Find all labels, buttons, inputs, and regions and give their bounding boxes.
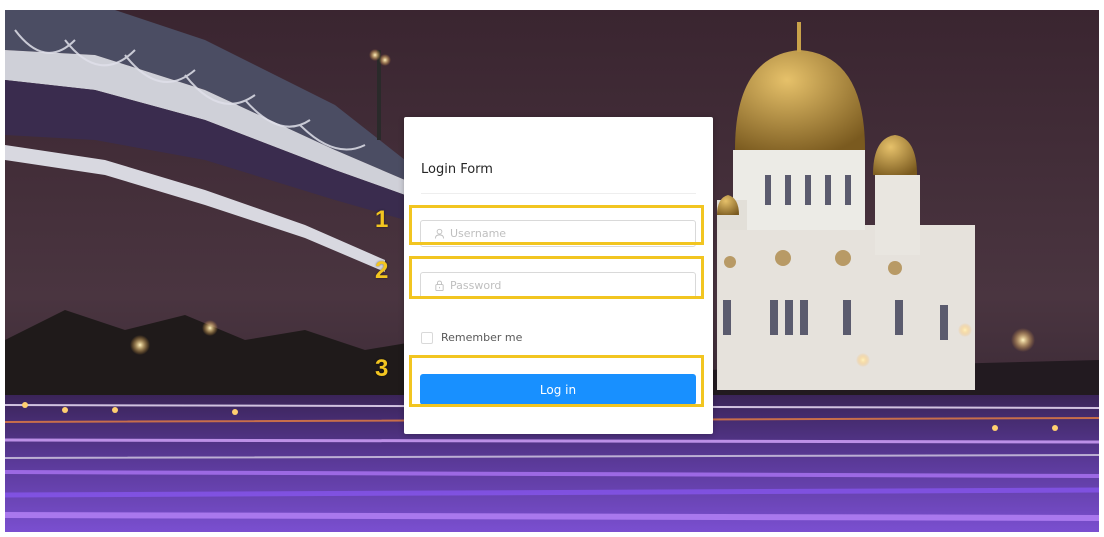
password-field[interactable] [420,272,696,299]
remember-me-label: Remember me [441,331,523,344]
title-divider [421,193,696,194]
screenshot-frame: Login Form Remember m [5,10,1099,532]
login-form-card: Login Form Remember m [404,117,713,434]
password-input[interactable] [450,279,680,292]
lock-icon [432,279,446,293]
annotation-number-3: 3 [375,355,389,382]
remember-me[interactable]: Remember me [421,331,522,344]
login-button[interactable]: Log in [420,374,696,405]
annotation-number-1: 1 [375,206,389,233]
annotation-number-2: 2 [375,257,389,284]
username-field[interactable] [420,220,696,247]
username-input[interactable] [450,227,680,240]
user-icon [432,227,446,241]
remember-me-checkbox[interactable] [421,331,433,344]
form-title: Login Form [421,162,493,177]
